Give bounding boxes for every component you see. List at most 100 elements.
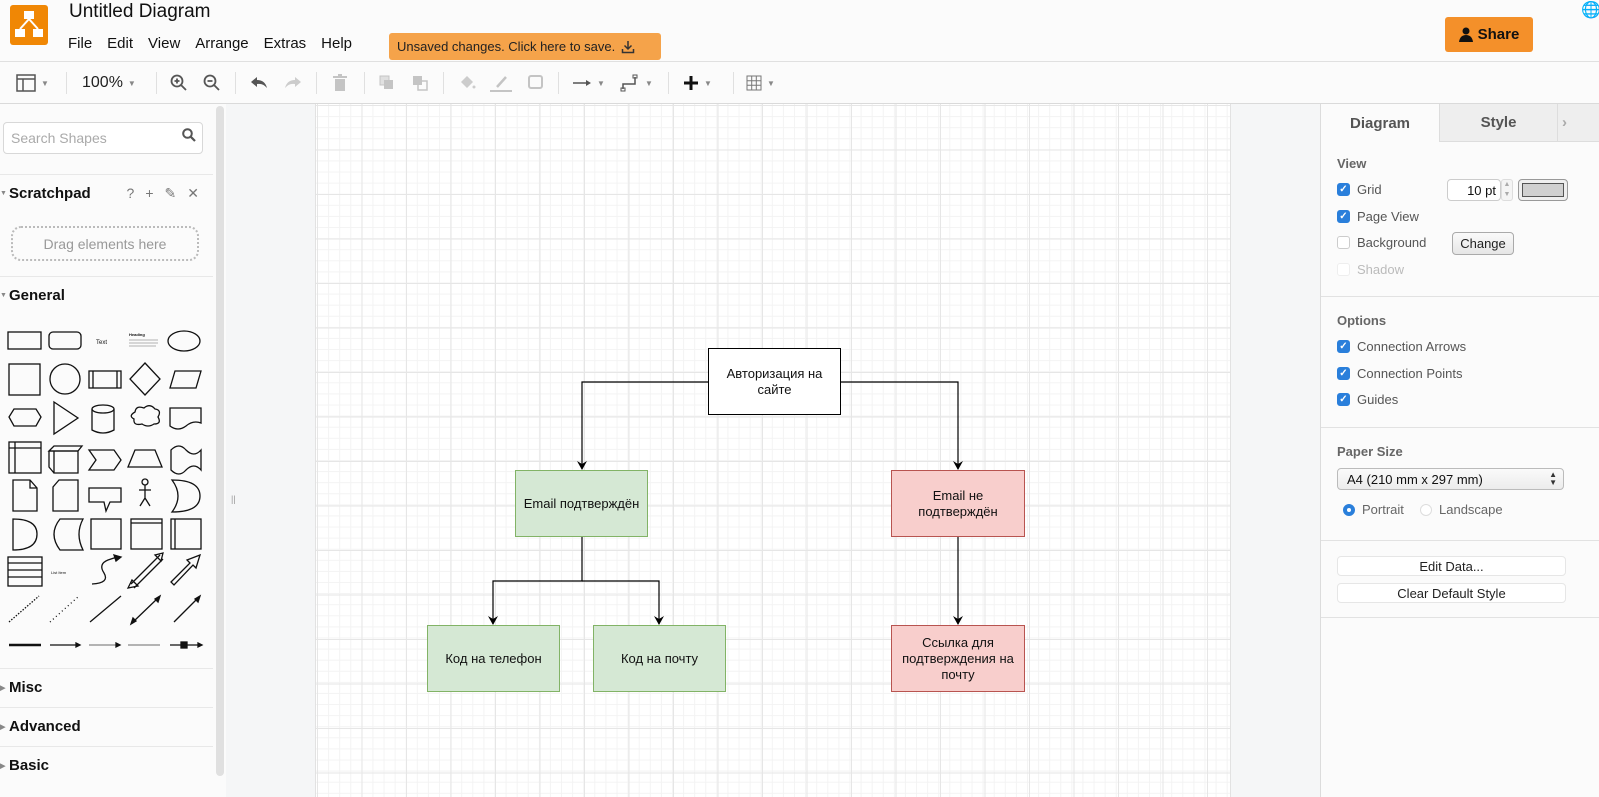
undo-button[interactable] xyxy=(249,70,269,96)
shape-tape[interactable] xyxy=(170,445,202,475)
delete-button[interactable] xyxy=(332,70,348,96)
shape-callout[interactable] xyxy=(88,487,122,514)
tab-diagram[interactable]: Diagram xyxy=(1321,104,1439,142)
shape-cube[interactable] xyxy=(47,445,84,474)
edit-icon[interactable]: ✎ xyxy=(165,185,177,202)
shape-ellipse[interactable] xyxy=(167,330,201,352)
shape-curved-arrow[interactable] xyxy=(91,556,118,585)
paper-size-select[interactable]: A4 (210 mm x 297 mm) ▲ ▼ xyxy=(1337,468,1564,490)
shape-hexagon[interactable] xyxy=(8,408,42,427)
edge-auth-to-email-not-confirmed[interactable] xyxy=(841,381,963,470)
shape-rectangle[interactable] xyxy=(7,331,42,350)
shape-dotted-line[interactable] xyxy=(49,595,80,623)
add-icon[interactable]: + xyxy=(145,185,153,202)
zoom-in-button[interactable] xyxy=(170,70,188,96)
shape-directional-connector[interactable] xyxy=(173,594,202,623)
shape-swimlane[interactable] xyxy=(130,518,163,550)
node-auth[interactable]: Авторизация на сайте xyxy=(708,348,841,415)
connection-points-checkbox[interactable]: ✓ Connection Points xyxy=(1337,366,1463,381)
guides-checkbox[interactable]: ✓ Guides xyxy=(1337,392,1398,407)
table-dropdown[interactable]: ▼ xyxy=(746,70,775,96)
shadow-button[interactable] xyxy=(527,70,545,96)
shape-text[interactable]: Text xyxy=(96,340,107,346)
menu-arrange[interactable]: Arrange xyxy=(195,35,248,52)
connection-arrows-checkbox[interactable]: ✓ Connection Arrows xyxy=(1337,339,1466,354)
shape-process[interactable] xyxy=(88,370,122,389)
shape-block-arrow[interactable] xyxy=(170,553,202,586)
diagram-page[interactable]: Авторизация на сайте Email подтверждён E… xyxy=(315,104,1231,797)
menu-view[interactable]: View xyxy=(148,35,180,52)
shape-step[interactable] xyxy=(87,449,122,471)
portrait-radio[interactable]: Portrait xyxy=(1343,502,1404,517)
tab-more[interactable]: › xyxy=(1557,104,1599,142)
menu-edit[interactable]: Edit xyxy=(107,35,133,52)
node-email-confirmed[interactable]: Email подтверждён xyxy=(515,470,648,537)
shape-bidirectional-connector[interactable] xyxy=(129,594,162,626)
shape-parallelogram[interactable] xyxy=(169,370,202,389)
menu-help[interactable]: Help xyxy=(321,35,352,52)
sidebar-scrollbar[interactable] xyxy=(216,106,224,776)
basic-section-header[interactable]: ▶ Basic xyxy=(0,746,213,784)
shape-dashed-line[interactable] xyxy=(8,595,40,623)
shape-actor[interactable] xyxy=(139,478,151,507)
shape-cloud[interactable] xyxy=(130,405,161,427)
to-back-button[interactable] xyxy=(411,70,429,96)
shape-stored-data[interactable] xyxy=(53,518,85,551)
change-background-button[interactable]: Change xyxy=(1452,232,1514,255)
zoom-out-button[interactable] xyxy=(203,70,221,96)
edge-auth-to-email-confirmed[interactable] xyxy=(577,381,708,470)
shape-heading[interactable]: Heading xyxy=(129,332,158,347)
shape-or[interactable] xyxy=(170,479,201,513)
shape-cylinder[interactable] xyxy=(91,404,115,434)
edge-email-confirmed-to-mail-code[interactable] xyxy=(582,580,664,625)
shape-connector-with-symbol[interactable] xyxy=(170,641,204,649)
scratchpad-drop-zone[interactable]: Drag elements here xyxy=(11,226,199,261)
shape-list[interactable] xyxy=(7,556,43,587)
grid-color-swatch[interactable] xyxy=(1518,179,1568,201)
shape-line[interactable] xyxy=(89,595,122,623)
menu-extras[interactable]: Extras xyxy=(264,35,307,52)
shape-document[interactable] xyxy=(169,407,202,430)
node-phone-code[interactable]: Код на телефон xyxy=(427,625,560,692)
line-color-button[interactable] xyxy=(489,70,513,96)
edge-email-confirmed-to-phone-code[interactable] xyxy=(488,537,583,625)
grid-size-input[interactable] xyxy=(1447,179,1501,201)
search-icon[interactable] xyxy=(182,128,196,145)
shape-note[interactable] xyxy=(12,479,38,512)
misc-section-header[interactable]: ▶ Misc xyxy=(0,668,213,706)
waypoints-dropdown[interactable]: ▼ xyxy=(620,70,653,96)
shape-circle[interactable] xyxy=(49,363,81,395)
shape-delay[interactable] xyxy=(12,518,38,551)
shape-vertical-container[interactable] xyxy=(170,518,202,550)
shape-connector-with-label[interactable] xyxy=(89,641,122,649)
help-icon[interactable]: ? xyxy=(127,185,135,202)
fill-color-button[interactable] xyxy=(458,70,476,96)
background-checkbox[interactable]: Background xyxy=(1337,235,1426,250)
scratchpad-header[interactable]: ▼ Scratchpad ? + ✎ ✕ xyxy=(0,174,213,212)
shape-bidirectional-arrow[interactable] xyxy=(126,552,164,589)
node-confirmation-link[interactable]: Ссылка для подтверждения на почту xyxy=(891,625,1025,692)
zoom-dropdown[interactable]: 100% ▼ xyxy=(82,70,136,96)
shape-trapezoid[interactable] xyxy=(127,449,163,468)
shape-internal-storage[interactable] xyxy=(8,441,42,474)
shape-rounded-rectangle[interactable] xyxy=(48,331,82,350)
insert-dropdown[interactable]: ▼ xyxy=(683,70,712,96)
node-email-not-confirmed[interactable]: Email не подтверждён xyxy=(891,470,1025,537)
clear-default-style-button[interactable]: Clear Default Style xyxy=(1337,583,1566,603)
general-section-header[interactable]: ▼ General xyxy=(0,276,213,314)
advanced-section-header[interactable]: ▶ Advanced xyxy=(0,707,213,745)
shape-labeled-connector[interactable] xyxy=(50,641,82,649)
grid-checkbox[interactable]: ✓ Grid xyxy=(1337,182,1382,197)
share-button[interactable]: Share xyxy=(1445,17,1533,52)
connection-style-dropdown[interactable]: ▼ xyxy=(572,70,605,96)
shape-triangle[interactable] xyxy=(53,400,80,436)
language-globe-icon[interactable]: 🌐 xyxy=(1581,0,1599,20)
shape-container[interactable] xyxy=(90,518,122,550)
menu-file[interactable]: File xyxy=(68,35,92,52)
sidebar-resize-handle[interactable]: || xyxy=(231,494,236,504)
search-shapes-input[interactable] xyxy=(3,122,203,154)
edit-data-button[interactable]: Edit Data... xyxy=(1337,556,1566,576)
landscape-radio[interactable]: Landscape xyxy=(1420,502,1503,517)
document-title[interactable]: Untitled Diagram xyxy=(69,1,211,23)
page-view-checkbox[interactable]: ✓ Page View xyxy=(1337,209,1419,224)
